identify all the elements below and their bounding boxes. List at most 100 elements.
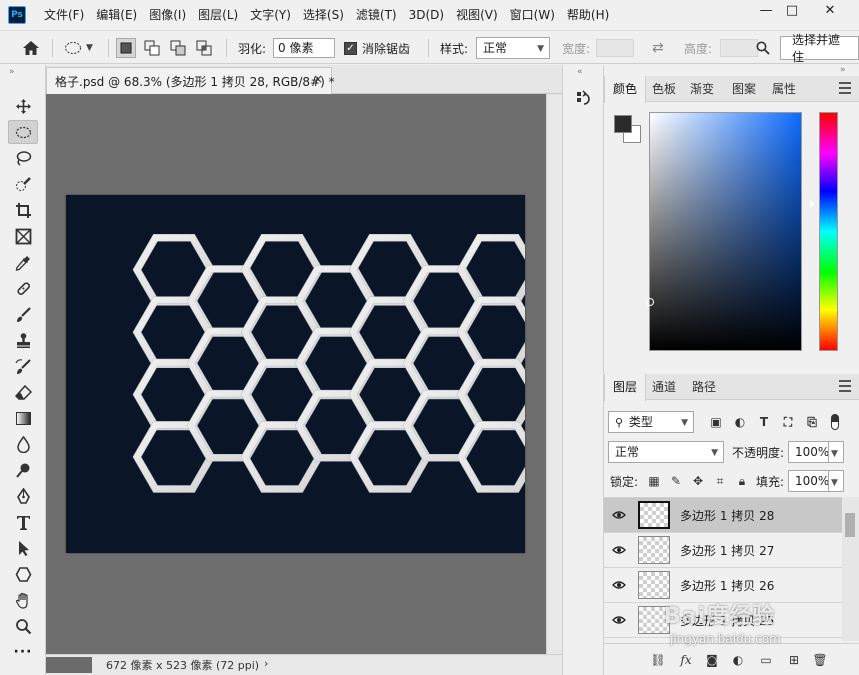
new-group-folder-icon[interactable]: ▭: [758, 652, 774, 668]
layer-row[interactable]: 多边形 1 拷贝 28: [604, 498, 842, 533]
document-tab[interactable]: 格子.psd @ 68.3% (多边形 1 拷贝 28, RGB/8#) * ×: [46, 67, 335, 94]
crop-tool[interactable]: [8, 198, 38, 222]
layer-thumbnail[interactable]: [638, 571, 670, 599]
subtract-from-selection-button[interactable]: [168, 38, 188, 58]
zoom-level-field[interactable]: [46, 657, 92, 673]
layer-name[interactable]: 多边形 1 拷贝 27: [680, 542, 774, 559]
filter-toggle-switch[interactable]: [830, 414, 840, 430]
feather-input[interactable]: 0 像素: [273, 38, 335, 58]
clone-stamp-tool[interactable]: [8, 328, 38, 352]
panel-menu-icon[interactable]: [839, 380, 851, 394]
expand-panels-icon[interactable]: «: [577, 67, 583, 77]
tab-color[interactable]: 颜色: [604, 76, 647, 103]
menu-window[interactable]: 窗口(W): [504, 0, 561, 30]
quick-selection-tool[interactable]: [8, 172, 38, 196]
add-to-selection-button[interactable]: [142, 38, 162, 58]
history-brush-tool[interactable]: [8, 354, 38, 378]
lock-all-icon[interactable]: 🔒︎: [734, 473, 750, 489]
menu-image[interactable]: 图像(I): [143, 0, 192, 30]
minimize-button[interactable]: —: [752, 0, 780, 22]
visibility-eye-icon[interactable]: [612, 578, 626, 592]
canvas-workspace[interactable]: [46, 94, 546, 654]
antialias-checkbox[interactable]: ✓ 消除锯齿: [344, 31, 410, 65]
link-layers-icon[interactable]: ⛓︎: [650, 652, 666, 668]
blur-tool[interactable]: [8, 432, 38, 456]
hand-tool[interactable]: [8, 588, 38, 612]
tab-patterns[interactable]: 图案: [724, 76, 764, 102]
more-tools-button[interactable]: ···: [8, 640, 38, 664]
visibility-eye-icon[interactable]: [612, 508, 626, 522]
scrollbar-thumb[interactable]: [845, 513, 855, 537]
layer-name[interactable]: 多边形 1 拷贝 25: [680, 612, 774, 629]
gradient-tool[interactable]: [8, 406, 38, 430]
close-window-button[interactable]: ✕: [816, 0, 844, 22]
select-and-mask-button[interactable]: 选择并遮住: [780, 33, 859, 64]
menu-filter[interactable]: 滤镜(T): [350, 0, 403, 30]
blend-mode-dropdown[interactable]: 正常 ▼: [608, 441, 724, 463]
dodge-tool[interactable]: [8, 458, 38, 482]
path-selection-tool[interactable]: [8, 536, 38, 560]
menu-3d[interactable]: 3D(D): [403, 0, 450, 30]
style-dropdown[interactable]: 正常 ▼: [476, 37, 550, 59]
layer-thumbnail[interactable]: [638, 536, 670, 564]
menu-help[interactable]: 帮助(H): [561, 0, 615, 30]
polygon-tool[interactable]: [8, 562, 38, 586]
lock-image-pixels-icon[interactable]: ✎: [668, 473, 684, 489]
intersect-selection-button[interactable]: [194, 38, 214, 58]
layer-thumbnail[interactable]: [638, 606, 670, 634]
tab-gradients[interactable]: 渐变: [682, 76, 722, 102]
hue-slider-marker[interactable]: [810, 200, 815, 208]
status-menu-arrow[interactable]: ›: [264, 657, 268, 670]
hue-slider[interactable]: [819, 112, 838, 351]
menu-type[interactable]: 文字(Y): [244, 0, 297, 30]
fill-dropdown-button[interactable]: ▼: [828, 470, 844, 492]
document-canvas[interactable]: [66, 195, 540, 553]
layer-thumbnail[interactable]: [638, 501, 670, 529]
filter-type-layers-icon[interactable]: T: [756, 414, 772, 430]
layer-row[interactable]: 多边形 1 拷贝 26: [604, 568, 842, 603]
panel-menu-icon[interactable]: [839, 82, 851, 96]
pen-tool[interactable]: [8, 484, 38, 508]
color-picker-field[interactable]: [649, 112, 802, 351]
layers-scrollbar[interactable]: [842, 497, 859, 641]
add-mask-icon[interactable]: ◙: [704, 652, 720, 668]
layer-filter-dropdown[interactable]: ⚲ 类型 ▼: [608, 411, 694, 433]
visibility-eye-icon[interactable]: [612, 613, 626, 627]
width-input[interactable]: [596, 39, 634, 57]
lock-artboard-icon[interactable]: ⌗: [712, 473, 728, 489]
new-selection-button[interactable]: [116, 38, 136, 58]
tab-channels[interactable]: 通道: [644, 374, 684, 400]
foreground-color-swatch[interactable]: [614, 115, 632, 133]
height-input[interactable]: [720, 39, 758, 57]
vertical-scrollbar[interactable]: [546, 94, 562, 654]
lock-position-icon[interactable]: ✥: [690, 473, 706, 489]
elliptical-marquee-tool[interactable]: [8, 120, 38, 144]
menu-view[interactable]: 视图(V): [450, 0, 504, 30]
zoom-tool[interactable]: [8, 614, 38, 638]
layer-row[interactable]: 多边形 1 拷贝 25: [604, 603, 842, 638]
layer-style-fx-icon[interactable]: fx: [678, 652, 694, 668]
lock-transparent-pixels-icon[interactable]: ▦: [646, 473, 662, 489]
new-layer-icon[interactable]: ⊞: [786, 652, 802, 668]
marquee-preset-picker[interactable]: ▼: [64, 31, 93, 65]
search-button[interactable]: [756, 31, 770, 65]
delete-layer-trash-icon[interactable]: 🗑︎: [812, 652, 828, 668]
tab-properties[interactable]: 属性: [764, 76, 804, 102]
move-tool[interactable]: [8, 94, 38, 118]
menu-layer[interactable]: 图层(L): [192, 0, 244, 30]
menu-select[interactable]: 选择(S): [297, 0, 350, 30]
close-tab-icon[interactable]: ×: [313, 72, 323, 86]
adjustment-layer-icon[interactable]: ◐: [730, 652, 746, 668]
collapse-arrows-icon[interactable]: »: [9, 67, 15, 77]
frame-tool[interactable]: [8, 224, 38, 248]
home-button[interactable]: [22, 31, 40, 65]
tab-layers[interactable]: 图层: [604, 374, 647, 401]
lasso-tool[interactable]: [8, 146, 38, 170]
filter-smart-objects-icon[interactable]: ⎘: [804, 414, 820, 430]
opacity-dropdown-button[interactable]: ▼: [828, 441, 844, 463]
filter-pixel-layers-icon[interactable]: ▣: [708, 414, 724, 430]
tab-swatches[interactable]: 色板: [644, 76, 684, 102]
eraser-tool[interactable]: [8, 380, 38, 404]
layer-name[interactable]: 多边形 1 拷贝 28: [680, 507, 774, 524]
visibility-eye-icon[interactable]: [612, 543, 626, 557]
